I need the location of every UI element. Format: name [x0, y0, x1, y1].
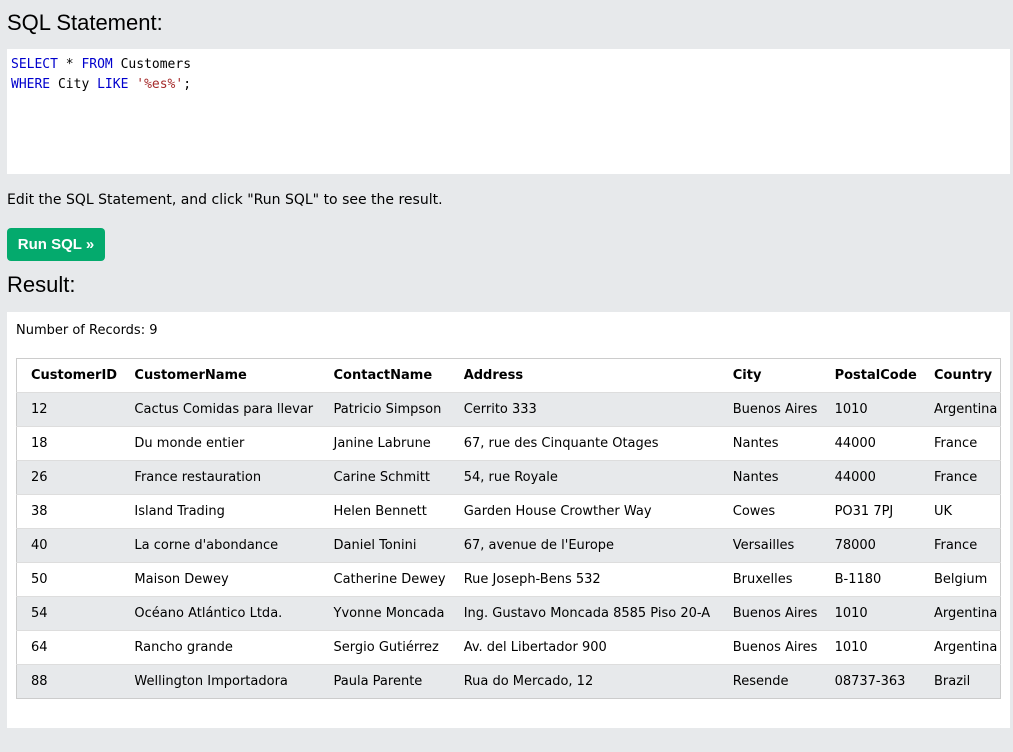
- table-cell-contactname: Paula Parente: [319, 664, 450, 699]
- table-cell-contactname: Yvonne Moncada: [319, 596, 450, 631]
- column-header-postalcode: PostalCode: [820, 358, 920, 393]
- table-cell-country: France: [919, 528, 1001, 563]
- table-cell-country: UK: [919, 494, 1001, 529]
- table-cell-country: Argentina: [919, 392, 1001, 427]
- table-row: 18 Du monde entier Janine Labrune 67, rue d…: [16, 426, 1001, 461]
- table-row: 12 Cactus Comidas para llevar Patricio Sim…: [16, 392, 1001, 427]
- table-cell-customername: Rancho grande: [120, 630, 320, 665]
- table-cell-customerid: 40: [16, 528, 121, 563]
- table-cell-contactname: Catherine Dewey: [319, 562, 450, 597]
- sql-keyword-select: SELECT: [11, 57, 58, 72]
- table-cell-country: Belgium: [919, 562, 1001, 597]
- table-cell-address: 54, rue Royale: [449, 460, 719, 495]
- table-cell-contactname: Janine Labrune: [319, 426, 450, 461]
- table-cell-address: 67, avenue de l'Europe: [449, 528, 719, 563]
- table-cell-contactname: Sergio Gutiérrez: [319, 630, 450, 665]
- table-cell-postalcode: 1010: [820, 392, 920, 427]
- sql-text: Customers: [112, 57, 192, 72]
- table-cell-address: Av. del Libertador 900: [449, 630, 719, 665]
- table-cell-address: 67, rue des Cinquante Otages: [449, 426, 719, 461]
- column-header-contactname: ContactName: [319, 358, 450, 393]
- table-cell-customername: Cactus Comidas para llevar: [120, 392, 320, 427]
- table-cell-customername: La corne d'abondance: [120, 528, 320, 563]
- table-cell-customerid: 12: [16, 392, 121, 427]
- table-cell-contactname: Carine Schmitt: [319, 460, 450, 495]
- table-cell-customerid: 54: [16, 596, 121, 631]
- table-cell-country: Argentina: [919, 596, 1001, 631]
- result-table: CustomerID CustomerName ContactName Address…: [16, 358, 1001, 699]
- column-header-city: City: [718, 358, 821, 393]
- table-cell-city: Buenos Aires: [718, 596, 821, 631]
- sql-string-literal: '%es%': [136, 77, 184, 92]
- table-cell-contactname: Daniel Tonini: [319, 528, 450, 563]
- table-cell-contactname: Helen Bennett: [319, 494, 450, 529]
- table-cell-city: Buenos Aires: [718, 392, 821, 427]
- table-cell-city: Buenos Aires: [718, 630, 821, 665]
- table-cell-postalcode: PO31 7PJ: [820, 494, 920, 529]
- table-cell-customerid: 38: [16, 494, 121, 529]
- table-cell-postalcode: 1010: [820, 596, 920, 631]
- table-cell-customername: Wellington Importadora: [120, 664, 320, 699]
- table-cell-postalcode: 78000: [820, 528, 920, 563]
- column-header-address: Address: [449, 358, 719, 393]
- record-count: Number of Records: 9: [16, 323, 158, 338]
- table-cell-customerid: 50: [16, 562, 121, 597]
- instruction-text: Edit the SQL Statement, and click "Run S…: [7, 192, 443, 208]
- sql-line-1: SELECT * FROM Customers: [11, 55, 1006, 75]
- sql-keyword-where: WHERE: [11, 77, 51, 92]
- table-cell-postalcode: 44000: [820, 426, 920, 461]
- table-cell-customername: France restauration: [120, 460, 320, 495]
- sql-text: *: [57, 57, 82, 72]
- table-cell-address: Rue Joseph-Bens 532: [449, 562, 719, 597]
- table-cell-postalcode: 44000: [820, 460, 920, 495]
- table-cell-customername: Island Trading: [120, 494, 320, 529]
- table-row: 40 La corne d'abondance Daniel Tonini 67, a…: [16, 528, 1001, 563]
- result-panel: Number of Records: 9 CustomerID CustomerN…: [7, 312, 1010, 728]
- sql-editor[interactable]: SELECT * FROM Customers WHERE City LIKE …: [7, 49, 1010, 174]
- table-header-row: CustomerID CustomerName ContactName Address…: [16, 358, 1001, 393]
- column-header-customername: CustomerName: [120, 358, 320, 393]
- table-row: 88 Wellington Importadora Paula Parente Rua…: [16, 664, 1001, 699]
- table-row: 26 France restauration Carine Schmitt 54, r…: [16, 460, 1001, 495]
- column-header-country: Country: [919, 358, 1001, 393]
- table-cell-city: Cowes: [718, 494, 821, 529]
- table-cell-contactname: Patricio Simpson: [319, 392, 450, 427]
- result-title: Result:: [7, 272, 76, 297]
- sql-statement-title: SQL Statement:: [7, 10, 163, 35]
- table-cell-country: France: [919, 460, 1001, 495]
- table-cell-customerid: 64: [16, 630, 121, 665]
- table-cell-address: Rua do Mercado, 12: [449, 664, 719, 699]
- sql-keyword-like: LIKE: [97, 77, 129, 92]
- table-row: 54 Océano Atlántico Ltda. Yvonne Moncada In…: [16, 596, 1001, 631]
- table-row: 50 Maison Dewey Catherine Dewey Rue Joseph-…: [16, 562, 1001, 597]
- run-sql-button[interactable]: Run SQL »: [7, 228, 105, 261]
- table-cell-customername: Maison Dewey: [120, 562, 320, 597]
- sql-text: ;: [183, 77, 192, 92]
- table-cell-customername: Du monde entier: [120, 426, 320, 461]
- table-cell-city: Bruxelles: [718, 562, 821, 597]
- table-cell-country: France: [919, 426, 1001, 461]
- sql-text: City: [50, 77, 98, 92]
- table-row: 64 Rancho grande Sergio Gutiérrez Av. del L…: [16, 630, 1001, 665]
- table-row: 38 Island Trading Helen Bennett Garden Hous…: [16, 494, 1001, 529]
- table-cell-country: Brazil: [919, 664, 1001, 699]
- sql-keyword-from: FROM: [81, 57, 113, 72]
- table-cell-customerid: 18: [16, 426, 121, 461]
- table-cell-address: Ing. Gustavo Moncada 8585 Piso 20-A: [449, 596, 719, 631]
- table-cell-address: Garden House Crowther Way: [449, 494, 719, 529]
- table-cell-customerid: 26: [16, 460, 121, 495]
- column-header-customerid: CustomerID: [16, 358, 121, 393]
- table-cell-customername: Océano Atlántico Ltda.: [120, 596, 320, 631]
- table-cell-postalcode: 1010: [820, 630, 920, 665]
- table-cell-city: Nantes: [718, 460, 821, 495]
- table-cell-address: Cerrito 333: [449, 392, 719, 427]
- table-cell-city: Versailles: [718, 528, 821, 563]
- sql-line-2: WHERE City LIKE '%es%';: [11, 75, 1006, 95]
- table-cell-customerid: 88: [16, 664, 121, 699]
- table-cell-city: Resende: [718, 664, 821, 699]
- table-cell-country: Argentina: [919, 630, 1001, 665]
- table-cell-postalcode: 08737-363: [820, 664, 920, 699]
- table-cell-city: Nantes: [718, 426, 821, 461]
- table-cell-postalcode: B-1180: [820, 562, 920, 597]
